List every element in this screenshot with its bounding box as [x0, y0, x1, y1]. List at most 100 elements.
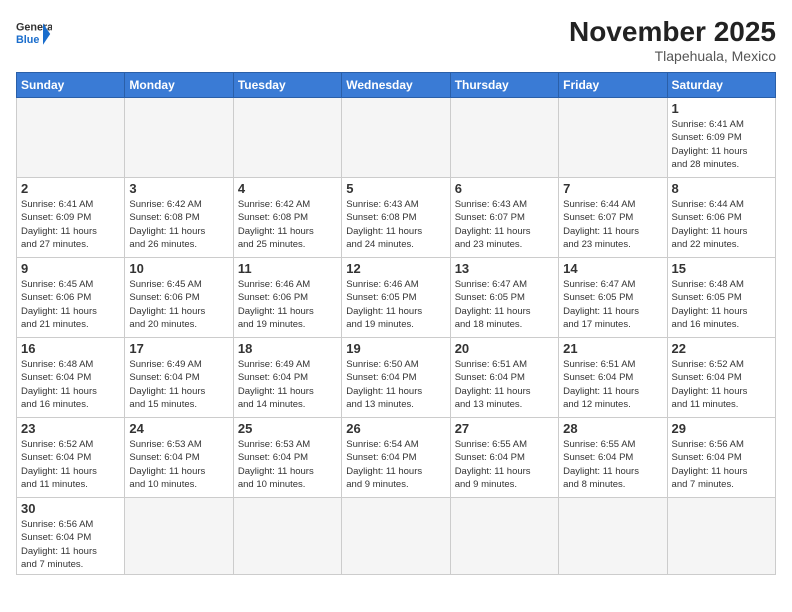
day-number: 5 [346, 181, 445, 196]
day-info: Sunrise: 6:55 AM Sunset: 6:04 PM Dayligh… [563, 438, 662, 491]
day-number: 18 [238, 341, 337, 356]
day-info: Sunrise: 6:46 AM Sunset: 6:06 PM Dayligh… [238, 278, 337, 331]
day-number: 11 [238, 261, 337, 276]
day-info: Sunrise: 6:42 AM Sunset: 6:08 PM Dayligh… [129, 198, 228, 251]
day-number: 7 [563, 181, 662, 196]
day-number: 10 [129, 261, 228, 276]
calendar-cell: 1Sunrise: 6:41 AM Sunset: 6:09 PM Daylig… [667, 98, 775, 178]
day-info: Sunrise: 6:43 AM Sunset: 6:07 PM Dayligh… [455, 198, 554, 251]
col-header-friday: Friday [559, 73, 667, 98]
day-info: Sunrise: 6:51 AM Sunset: 6:04 PM Dayligh… [563, 358, 662, 411]
day-info: Sunrise: 6:47 AM Sunset: 6:05 PM Dayligh… [563, 278, 662, 331]
calendar-table: SundayMondayTuesdayWednesdayThursdayFrid… [16, 72, 776, 575]
calendar-cell: 15Sunrise: 6:48 AM Sunset: 6:05 PM Dayli… [667, 258, 775, 338]
day-number: 19 [346, 341, 445, 356]
day-info: Sunrise: 6:44 AM Sunset: 6:07 PM Dayligh… [563, 198, 662, 251]
day-number: 4 [238, 181, 337, 196]
day-number: 6 [455, 181, 554, 196]
calendar-cell: 11 Sunrise: 6:46 AM Sunset: 6:06 PM Dayli… [233, 258, 341, 338]
day-info: Sunrise: 6:53 AM Sunset: 6:04 PM Dayligh… [238, 438, 337, 491]
day-info: Sunrise: 6:49 AM Sunset: 6:04 PM Dayligh… [129, 358, 228, 411]
calendar-cell: 17 Sunrise: 6:49 AM Sunset: 6:04 PM Dayli… [125, 338, 233, 418]
calendar-cell: 29 Sunrise: 6:56 AM Sunset: 6:04 PM Dayli… [667, 418, 775, 498]
day-info: Sunrise: 6:46 AM Sunset: 6:05 PM Dayligh… [346, 278, 445, 331]
day-number: 13 [455, 261, 554, 276]
day-info: Sunrise: 6:53 AM Sunset: 6:04 PM Dayligh… [129, 438, 228, 491]
logo-icon: General Blue [16, 16, 52, 52]
day-info: Sunrise: 6:49 AM Sunset: 6:04 PM Dayligh… [238, 358, 337, 411]
logo: General Blue [16, 16, 52, 52]
calendar-cell: 18 Sunrise: 6:49 AM Sunset: 6:04 PM Dayli… [233, 338, 341, 418]
day-number: 22 [672, 341, 771, 356]
col-header-thursday: Thursday [450, 73, 558, 98]
day-number: 24 [129, 421, 228, 436]
day-number: 21 [563, 341, 662, 356]
day-number: 25 [238, 421, 337, 436]
day-number: 17 [129, 341, 228, 356]
day-info: Sunrise: 6:50 AM Sunset: 6:04 PM Dayligh… [346, 358, 445, 411]
day-number: 27 [455, 421, 554, 436]
day-number: 2 [21, 181, 120, 196]
calendar-cell [559, 498, 667, 575]
day-number: 28 [563, 421, 662, 436]
calendar-cell: 28 Sunrise: 6:55 AM Sunset: 6:04 PM Dayli… [559, 418, 667, 498]
calendar-cell: 4 Sunrise: 6:42 AM Sunset: 6:08 PM Daylig… [233, 178, 341, 258]
calendar-cell: 20 Sunrise: 6:51 AM Sunset: 6:04 PM Dayli… [450, 338, 558, 418]
day-number: 29 [672, 421, 771, 436]
day-number: 26 [346, 421, 445, 436]
calendar-cell: 13 Sunrise: 6:47 AM Sunset: 6:05 PM Dayli… [450, 258, 558, 338]
week-row-1: 1Sunrise: 6:41 AM Sunset: 6:09 PM Daylig… [17, 98, 776, 178]
day-info: Sunrise: 6:55 AM Sunset: 6:04 PM Dayligh… [455, 438, 554, 491]
day-info: Sunrise: 6:41 AM Sunset: 6:09 PM Dayligh… [21, 198, 120, 251]
day-info: Sunrise: 6:52 AM Sunset: 6:04 PM Dayligh… [672, 358, 771, 411]
day-info: Sunrise: 6:51 AM Sunset: 6:04 PM Dayligh… [455, 358, 554, 411]
page-header: General Blue November 2025 Tlapehuala, M… [16, 16, 776, 64]
day-info: Sunrise: 6:41 AM Sunset: 6:09 PM Dayligh… [672, 118, 771, 171]
calendar-cell [450, 98, 558, 178]
calendar-cell: 21 Sunrise: 6:51 AM Sunset: 6:04 PM Dayli… [559, 338, 667, 418]
day-number: 12 [346, 261, 445, 276]
col-header-tuesday: Tuesday [233, 73, 341, 98]
calendar-cell [233, 498, 341, 575]
svg-text:Blue: Blue [16, 34, 39, 46]
calendar-cell: 9 Sunrise: 6:45 AM Sunset: 6:06 PM Daylig… [17, 258, 125, 338]
month-title: November 2025 [569, 16, 776, 48]
calendar-cell: 2 Sunrise: 6:41 AM Sunset: 6:09 PM Daylig… [17, 178, 125, 258]
day-number: 16 [21, 341, 120, 356]
day-info: Sunrise: 6:52 AM Sunset: 6:04 PM Dayligh… [21, 438, 120, 491]
calendar-cell: 10Sunrise: 6:45 AM Sunset: 6:06 PM Dayli… [125, 258, 233, 338]
day-info: Sunrise: 6:56 AM Sunset: 6:04 PM Dayligh… [672, 438, 771, 491]
calendar-cell: 3 Sunrise: 6:42 AM Sunset: 6:08 PM Daylig… [125, 178, 233, 258]
calendar-cell [559, 98, 667, 178]
calendar-cell: 14Sunrise: 6:47 AM Sunset: 6:05 PM Dayli… [559, 258, 667, 338]
calendar-cell: 19 Sunrise: 6:50 AM Sunset: 6:04 PM Dayli… [342, 338, 450, 418]
day-number: 23 [21, 421, 120, 436]
calendar-cell: 5 Sunrise: 6:43 AM Sunset: 6:08 PM Daylig… [342, 178, 450, 258]
calendar-cell [125, 98, 233, 178]
calendar-cell: 6 Sunrise: 6:43 AM Sunset: 6:07 PM Daylig… [450, 178, 558, 258]
day-info: Sunrise: 6:42 AM Sunset: 6:08 PM Dayligh… [238, 198, 337, 251]
day-info: Sunrise: 6:44 AM Sunset: 6:06 PM Dayligh… [672, 198, 771, 251]
calendar-cell [233, 98, 341, 178]
calendar-cell [450, 498, 558, 575]
day-number: 9 [21, 261, 120, 276]
col-header-saturday: Saturday [667, 73, 775, 98]
day-info: Sunrise: 6:43 AM Sunset: 6:08 PM Dayligh… [346, 198, 445, 251]
col-header-monday: Monday [125, 73, 233, 98]
calendar-cell: 26Sunrise: 6:54 AM Sunset: 6:04 PM Dayli… [342, 418, 450, 498]
week-row-3: 9 Sunrise: 6:45 AM Sunset: 6:06 PM Daylig… [17, 258, 776, 338]
day-number: 20 [455, 341, 554, 356]
day-number: 15 [672, 261, 771, 276]
title-block: November 2025 Tlapehuala, Mexico [569, 16, 776, 64]
calendar-cell: 8Sunrise: 6:44 AM Sunset: 6:06 PM Daylig… [667, 178, 775, 258]
day-info: Sunrise: 6:47 AM Sunset: 6:05 PM Dayligh… [455, 278, 554, 331]
calendar-cell: 23 Sunrise: 6:52 AM Sunset: 6:04 PM Dayli… [17, 418, 125, 498]
day-info: Sunrise: 6:56 AM Sunset: 6:04 PM Dayligh… [21, 518, 120, 571]
day-number: 3 [129, 181, 228, 196]
calendar-cell: 12 Sunrise: 6:46 AM Sunset: 6:05 PM Dayli… [342, 258, 450, 338]
calendar-cell [342, 98, 450, 178]
week-row-5: 23 Sunrise: 6:52 AM Sunset: 6:04 PM Dayli… [17, 418, 776, 498]
week-row-2: 2 Sunrise: 6:41 AM Sunset: 6:09 PM Daylig… [17, 178, 776, 258]
day-info: Sunrise: 6:45 AM Sunset: 6:06 PM Dayligh… [21, 278, 120, 331]
week-row-6: 30Sunrise: 6:56 AM Sunset: 6:04 PM Dayli… [17, 498, 776, 575]
